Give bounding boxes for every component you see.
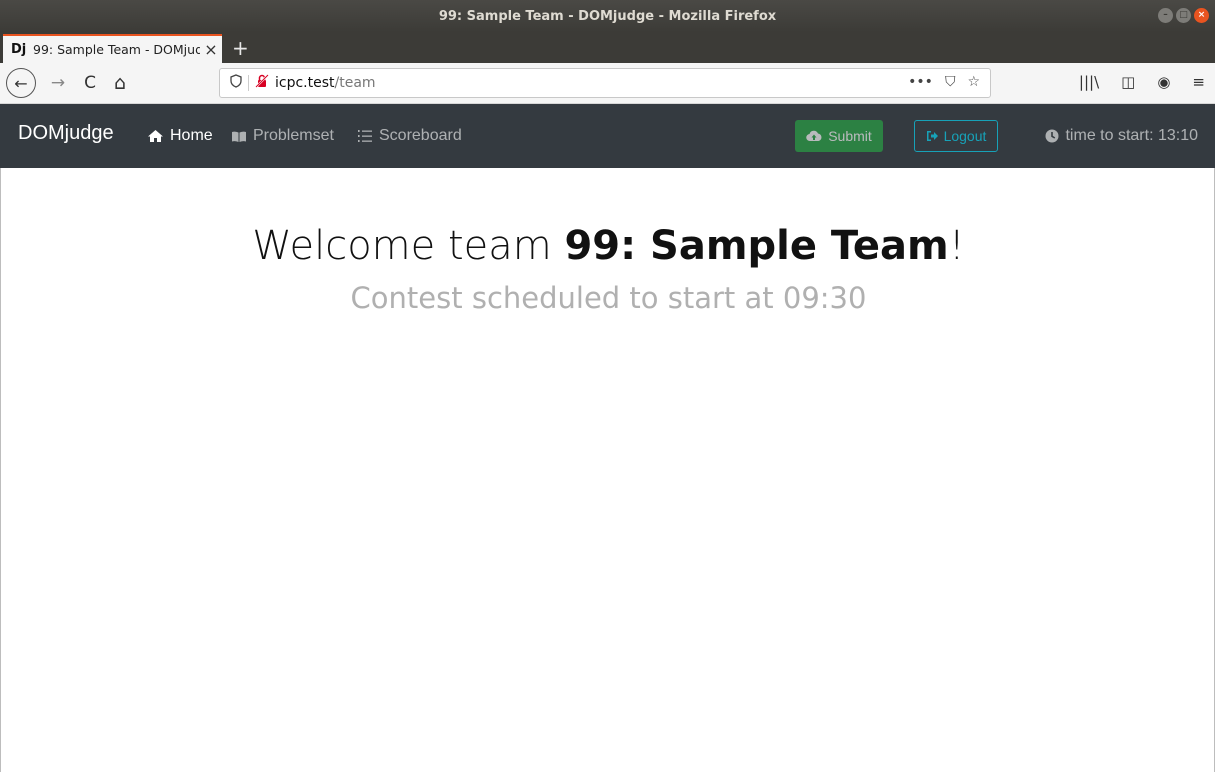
url-path: /team (334, 75, 376, 91)
back-button[interactable]: ← (6, 68, 36, 98)
cloud-upload-icon (806, 130, 822, 142)
brand-logo[interactable]: DOMjudge (18, 122, 114, 145)
tab-title: 99: Sample Team - DOMjudge (33, 42, 200, 57)
tracking-shield-icon[interactable] (230, 74, 242, 92)
bookmark-star-icon[interactable]: ☆ (967, 74, 980, 90)
welcome-suffix: ! (948, 223, 965, 269)
logout-button[interactable]: Logout (914, 120, 998, 152)
window-title: 99: Sample Team - DOMjudge - Mozilla Fir… (438, 8, 777, 24)
account-icon[interactable]: ◉ (1157, 73, 1170, 91)
nav-problemset[interactable]: Problemset (231, 127, 334, 145)
home-icon (148, 130, 163, 142)
team-name: 99: Sample Team (564, 223, 949, 269)
close-window-button[interactable]: × (1194, 8, 1209, 23)
welcome-heading: Welcome team 99: Sample Team! (1, 223, 1215, 269)
clock-icon (1045, 129, 1059, 143)
domjudge-navbar: DOMjudge Home Problemset Scoreboard Subm… (0, 104, 1215, 168)
new-tab-button[interactable]: + (232, 36, 249, 60)
book-icon (232, 131, 246, 142)
nav-home-label: Home (170, 127, 213, 144)
logout-label: Logout (943, 128, 987, 144)
sidebar-icon[interactable]: ◫ (1121, 73, 1135, 91)
nav-scoreboard[interactable]: Scoreboard (357, 127, 462, 145)
browser-toolbar: ← → C ⌂ icpc.test/team ••• ⛉ ☆ |||\ ◫ ◉ … (0, 63, 1215, 104)
url-actions: ••• ⛉ ☆ (908, 74, 980, 90)
submit-button[interactable]: Submit (795, 120, 883, 152)
forward-button[interactable]: → (46, 69, 70, 97)
close-tab-icon[interactable]: × (200, 40, 222, 59)
minimize-button[interactable]: – (1158, 8, 1173, 23)
toolbar-right: |||\ ◫ ◉ ≡ (1079, 73, 1205, 91)
reload-button[interactable]: C (78, 69, 102, 97)
window-titlebar: 99: Sample Team - DOMjudge - Mozilla Fir… (0, 0, 1215, 32)
page-actions-icon[interactable]: ••• (908, 74, 933, 90)
nav-scoreboard-label: Scoreboard (379, 127, 462, 144)
window-controls: – □ × (1158, 8, 1209, 23)
menu-icon[interactable]: ≡ (1192, 73, 1205, 91)
nav-problemset-label: Problemset (253, 127, 334, 144)
reload-icon: C (84, 73, 96, 93)
welcome-prefix: Welcome team (252, 223, 565, 269)
url-bar[interactable]: icpc.test/team ••• ⛉ ☆ (219, 68, 991, 98)
home-button[interactable]: ⌂ (108, 69, 132, 97)
contest-timer: time to start: 13:10 (1045, 127, 1198, 145)
tab-active[interactable]: Dj 99: Sample Team - DOMjudge × (3, 34, 222, 63)
contest-schedule-text: Contest scheduled to start at 09:30 (350, 281, 867, 315)
maximize-button[interactable]: □ (1176, 8, 1191, 23)
list-icon (358, 130, 372, 142)
tab-strip: Dj 99: Sample Team - DOMjudge × + (0, 32, 1215, 63)
submit-label: Submit (828, 128, 872, 144)
main-content: Welcome team 99: Sample Team! Contest sc… (0, 168, 1215, 772)
nav-home[interactable]: Home (147, 127, 213, 145)
library-icon[interactable]: |||\ (1079, 73, 1099, 91)
url-separator (248, 75, 249, 91)
sign-out-icon (926, 131, 938, 141)
domjudge-favicon-icon: Dj (11, 42, 27, 57)
pocket-icon[interactable]: ⛉ (945, 74, 956, 90)
insecure-lock-icon[interactable] (255, 74, 269, 92)
timer-text: time to start: 13:10 (1065, 127, 1198, 144)
url-host: icpc.test (275, 75, 335, 91)
home-icon: ⌂ (113, 72, 127, 94)
